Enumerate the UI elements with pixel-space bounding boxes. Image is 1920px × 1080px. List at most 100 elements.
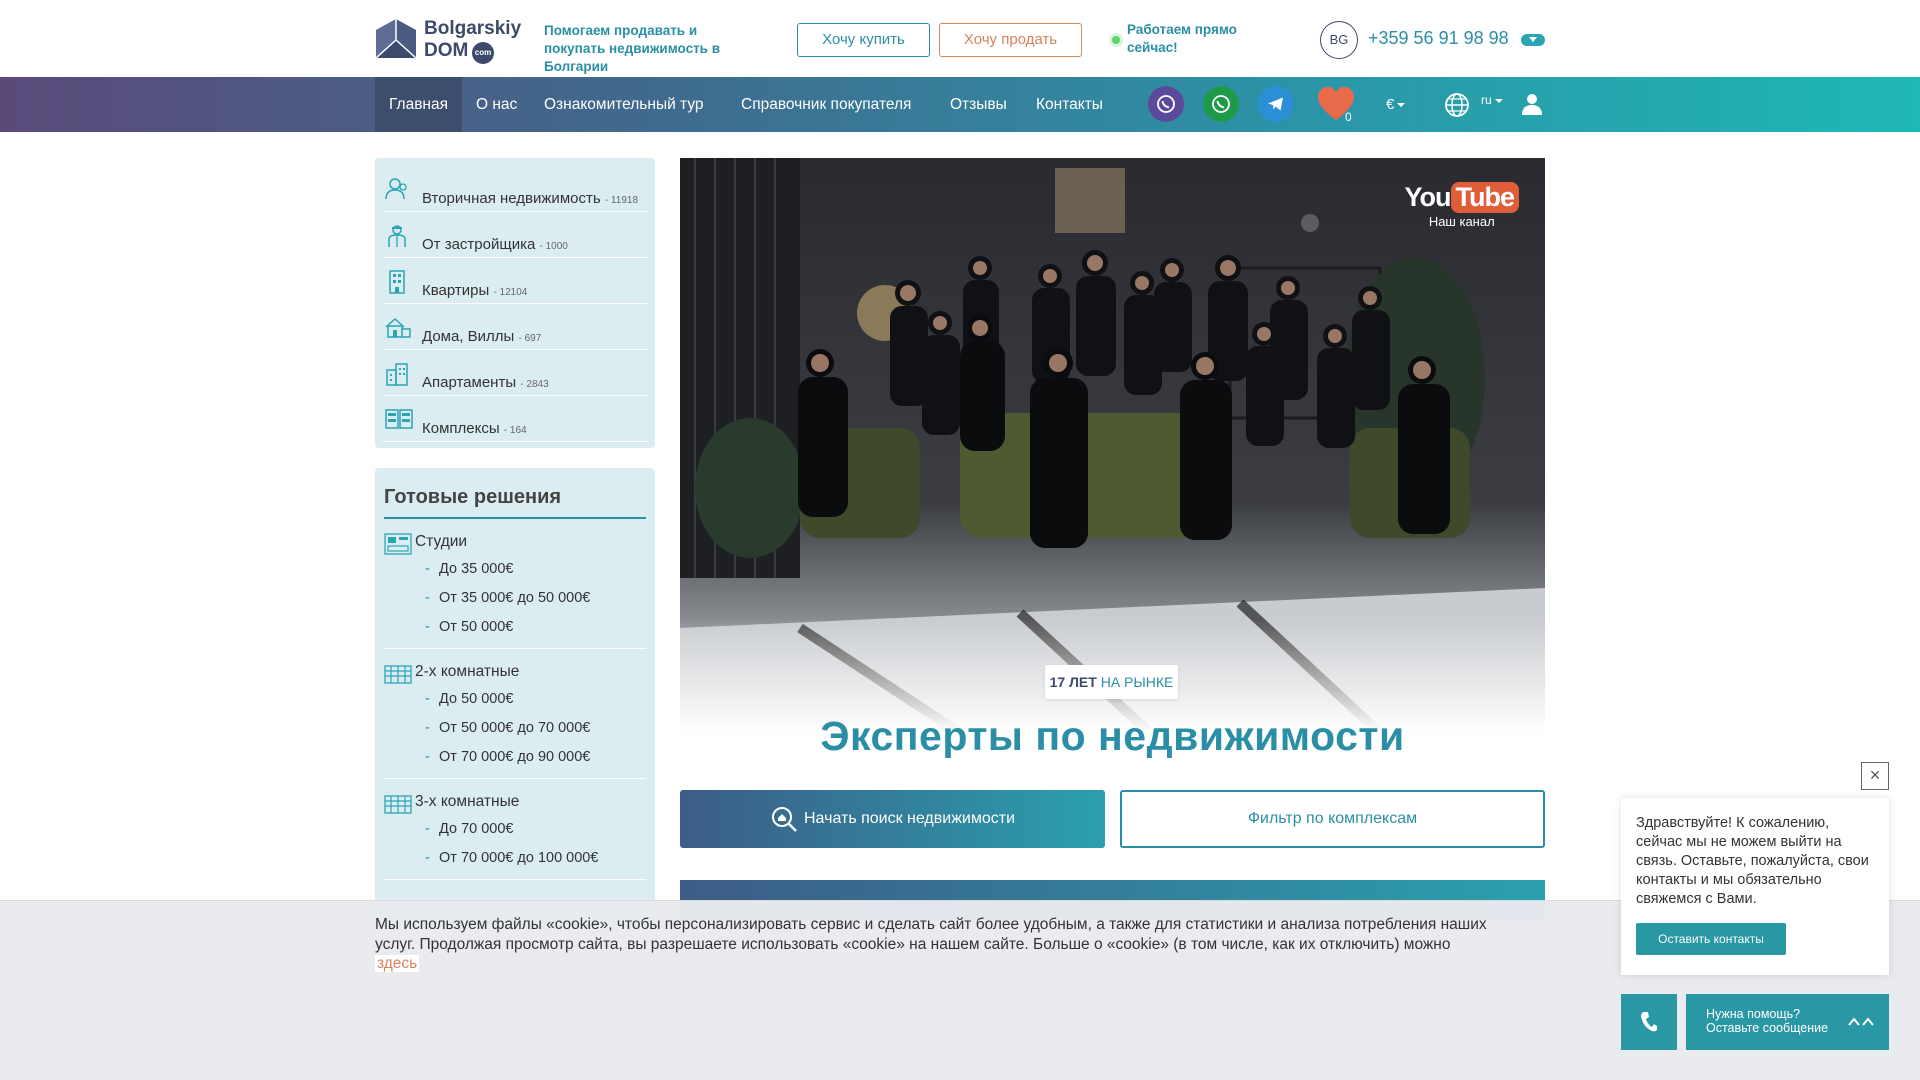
leave-contacts-button[interactable]: Оставить контакты	[1636, 923, 1786, 955]
chevron-up-icon	[1848, 1017, 1874, 1026]
search-house-icon	[772, 806, 797, 832]
apartment-building-icon	[389, 270, 405, 294]
badge-rest: НА РЫНКЕ	[1096, 674, 1174, 690]
currency-label: €	[1386, 96, 1395, 113]
category-count: - 164	[503, 425, 527, 436]
category-houses[interactable]: Дома, Виллы - 697	[385, 304, 647, 350]
price-filter-link[interactable]: От 50 000€ до 70 000€	[384, 714, 646, 743]
team-photo-illustration	[680, 158, 1545, 733]
group-head[interactable]: 3-х комнатные	[384, 789, 646, 815]
nav-home[interactable]: Главная	[375, 77, 462, 132]
youtube-you: You	[1404, 182, 1452, 212]
logo-com-badge: com	[472, 42, 494, 64]
team-photo: You Tube Наш канал	[680, 158, 1545, 733]
country-code-badge[interactable]: BG	[1320, 21, 1358, 59]
chevron-down-icon	[1494, 98, 1503, 103]
hero-banner: You Tube Наш канал 17 ЛЕТ НА РЫНКЕ Экспер…	[680, 158, 1545, 758]
nav-about[interactable]: О нас	[476, 77, 517, 132]
category-label: Дома, Виллы - 697	[422, 328, 541, 345]
price-filter-link[interactable]: От 50 000€	[384, 613, 646, 642]
favorites-count: 0	[1345, 110, 1352, 124]
nav-tour[interactable]: Ознакомительный тур	[544, 77, 704, 132]
phone-icon	[1641, 1012, 1657, 1032]
start-search-label: Начать поиск недвижимости	[804, 810, 1015, 827]
language-label: ru	[1481, 93, 1492, 107]
viber-icon[interactable]	[1148, 86, 1184, 122]
complex-filter-button[interactable]: Фильтр по комплексам	[1120, 790, 1545, 848]
category-count: - 11918	[604, 195, 639, 206]
group-head[interactable]: Студии	[384, 529, 646, 555]
price-filter-link[interactable]: От 35 000€ до 50 000€	[384, 584, 646, 613]
ready-solutions-title: Готовые решения	[384, 486, 646, 519]
user-account-icon[interactable]	[1520, 92, 1544, 116]
youtube-channel-link[interactable]: You Tube Наш канал	[1404, 182, 1519, 229]
group-three-room: 3-х комнатные До 70 000€ От 70 000€ до 1…	[384, 789, 646, 880]
builder-icon	[388, 225, 406, 247]
category-label: Вторичная недвижимость - 11918	[422, 190, 638, 207]
want-to-sell-button[interactable]: Хочу продать	[939, 23, 1082, 57]
globe-icon[interactable]	[1444, 92, 1470, 118]
complex-icon	[385, 409, 413, 429]
category-complexes[interactable]: Комплексы - 164	[385, 396, 647, 442]
youtube-caption: Наш канал	[1428, 214, 1495, 229]
category-name: От застройщика	[422, 236, 536, 253]
category-developer[interactable]: От застройщика - 1000	[385, 212, 647, 258]
nav-buyer-guide[interactable]: Справочник покупателя	[741, 77, 911, 132]
telegram-icon[interactable]	[1258, 86, 1294, 122]
chat-message: Здравствуйте! К сожалению, сейчас мы не …	[1636, 815, 1869, 907]
cookie-more-link[interactable]: здесь	[375, 955, 420, 972]
online-status-dot	[1112, 36, 1120, 44]
site-logo[interactable]: Bolgarskiy DOM com	[375, 18, 525, 64]
price-filter-link[interactable]: От 70 000€ до 100 000€	[384, 844, 646, 873]
property-categories: Вторичная недвижимость - 11918 От застро…	[375, 158, 655, 448]
group-name: 3-х комнатные	[415, 793, 520, 810]
group-head[interactable]: 2-х комнатные	[384, 659, 646, 685]
nav-reviews[interactable]: Отзывы	[950, 77, 1007, 132]
category-name: Комплексы	[422, 420, 500, 437]
whatsapp-icon[interactable]	[1203, 86, 1239, 122]
group-name: Студии	[415, 533, 468, 550]
logo-dom: DOM	[424, 40, 469, 61]
category-flats[interactable]: Квартиры - 12104	[385, 258, 647, 304]
buildings-icon	[386, 363, 408, 386]
category-label: Апартаменты - 2843	[422, 374, 549, 391]
category-label: Квартиры - 12104	[422, 282, 527, 299]
chat-popup: Здравствуйте! К сожалению, сейчас мы не …	[1621, 798, 1889, 975]
category-count: - 12104	[493, 287, 528, 298]
studio-icon	[384, 533, 412, 555]
ready-solutions: Готовые решения Студии До 35 000€ От 35 …	[375, 468, 655, 928]
language-selector[interactable]: ru	[1481, 93, 1503, 107]
chat-call-button[interactable]	[1621, 994, 1677, 1050]
price-filter-link[interactable]: До 50 000€	[384, 685, 646, 714]
category-label: Комплексы - 164	[422, 420, 527, 437]
category-name: Квартиры	[422, 282, 490, 299]
group-studios: Студии До 35 000€ От 35 000€ до 50 000€ …	[384, 529, 646, 649]
category-apartments[interactable]: Апартаменты - 2843	[385, 350, 647, 396]
category-name: Апартаменты	[422, 374, 517, 391]
want-to-buy-button[interactable]: Хочу купить	[797, 23, 930, 57]
two-room-icon	[384, 665, 412, 684]
price-filter-link[interactable]: До 70 000€	[384, 815, 646, 844]
phone-dropdown-toggle[interactable]	[1521, 34, 1545, 46]
currency-selector[interactable]: €	[1386, 96, 1406, 113]
category-count: - 697	[518, 333, 542, 344]
people-icon	[385, 178, 407, 200]
hero-title: Эксперты по недвижимости	[820, 713, 1405, 758]
price-filter-link[interactable]: До 35 000€	[384, 555, 646, 584]
phone-number[interactable]: +359 56 91 98 98	[1368, 28, 1509, 49]
price-filter-link[interactable]: От 70 000€ до 90 000€	[384, 743, 646, 772]
group-two-room: 2-х комнатные До 50 000€ От 50 000€ до 7…	[384, 659, 646, 779]
badge-years: 17 ЛЕТ	[1049, 674, 1097, 690]
chat-close-button[interactable]: ×	[1861, 762, 1889, 790]
chat-help-button[interactable]: Нужна помощь? Оставьте сообщение	[1686, 994, 1889, 1050]
working-status: Работаем прямо сейчас!	[1127, 22, 1237, 55]
category-count: - 1000	[539, 241, 568, 252]
category-secondary[interactable]: Вторичная недвижимость - 11918	[385, 166, 647, 212]
category-count: - 2843	[520, 379, 549, 390]
chevron-down-icon	[1397, 103, 1406, 108]
three-room-icon	[384, 795, 412, 814]
years-on-market-badge: 17 ЛЕТ НА РЫНКЕ	[1045, 665, 1178, 699]
group-name: 2-х комнатные	[415, 663, 520, 680]
nav-contacts[interactable]: Контакты	[1036, 77, 1103, 132]
start-search-button[interactable]: Начать поиск недвижимости	[680, 790, 1105, 848]
